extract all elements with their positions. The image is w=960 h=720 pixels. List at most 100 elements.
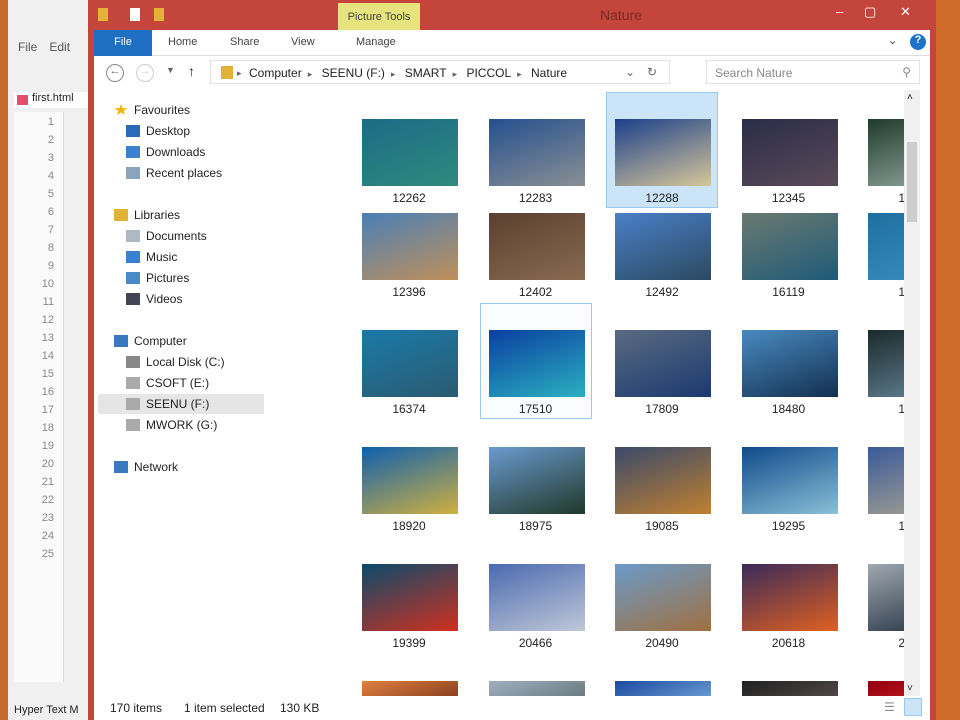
maximize-button[interactable]: ▢ [864, 4, 876, 20]
line-number: 3 [47, 152, 54, 164]
file-name: 16362 [860, 285, 908, 299]
tab-home[interactable]: Home [168, 36, 197, 48]
image-thumbnail [362, 330, 458, 397]
back-button[interactable]: ← [106, 64, 124, 82]
file-name: 12402 [518, 285, 553, 299]
breadcrumb[interactable]: ▸ Computer ▸ SEENU (F:) ▸ SMART ▸ PICCOL ▸ N… [210, 60, 670, 84]
nav-item-network[interactable]: Network [98, 457, 264, 477]
file-item[interactable] [733, 654, 845, 696]
file-item[interactable]: 16374 [353, 303, 465, 419]
file-item[interactable]: 20852 [859, 537, 908, 653]
file-item[interactable]: 18975 [480, 420, 592, 536]
file-name: 19295 [771, 519, 806, 533]
file-item[interactable]: 16119 [733, 186, 845, 302]
file-item[interactable]: 12402 [480, 186, 592, 302]
up-button[interactable]: ↑ [188, 63, 195, 79]
nav-item-favourites[interactable]: Favourites [98, 100, 264, 120]
vertical-scrollbar[interactable]: ˄ ˅ [904, 90, 920, 696]
file-item[interactable]: 20490 [606, 537, 718, 653]
nav-item-downloads[interactable]: Downloads [98, 142, 264, 162]
close-button[interactable]: ✕ [900, 4, 911, 20]
nav-item-mwork-g[interactable]: MWORK (G:) [98, 415, 264, 435]
file-item[interactable]: 12492 [606, 186, 718, 302]
file-item[interactable]: 20618 [733, 537, 845, 653]
file-name: 16374 [392, 402, 426, 416]
libraries-icon [114, 209, 128, 221]
scroll-down-icon[interactable]: ˅ [907, 683, 913, 694]
nav-item-local-disk-c[interactable]: Local Disk (C:) [98, 352, 264, 372]
file-item[interactable]: 19295 [733, 420, 845, 536]
help-icon[interactable]: ? [910, 34, 926, 50]
nav-item-videos[interactable]: Videos [98, 289, 264, 309]
file-item[interactable]: 20466 [480, 537, 592, 653]
crumb-smart[interactable]: SMART [405, 66, 447, 80]
ribbon-expand-icon[interactable]: ⌄ [888, 34, 897, 47]
details-view-icon[interactable]: ☰ [884, 700, 895, 714]
file-item[interactable]: 19399 [353, 537, 465, 653]
address-bar-row: ← → ▼ ↑ ▸ Computer ▸ SEENU (F:) ▸ SMART ▸ P… [94, 56, 930, 90]
crumb-drive[interactable]: SEENU (F:) [322, 66, 385, 80]
file-item[interactable]: 12396 [353, 186, 465, 302]
recent-locations-icon[interactable]: ▼ [166, 65, 175, 75]
refresh-icon[interactable]: ↻ [647, 65, 657, 79]
file-item[interactable]: 18840 [859, 303, 908, 419]
image-thumbnail [488, 564, 585, 631]
recent-places-icon [126, 167, 140, 179]
large-icons-view-icon[interactable] [904, 698, 922, 716]
nav-item-computer[interactable]: Computer [98, 331, 264, 351]
file-item[interactable] [480, 654, 592, 696]
tab-manage[interactable]: Manage [356, 36, 396, 48]
image-thumbnail [488, 681, 585, 696]
downloads-icon [126, 146, 140, 158]
nav-item-csoft-e[interactable]: CSOFT (E:) [98, 373, 264, 393]
image-thumbnail [362, 681, 458, 696]
image-thumbnail [615, 330, 711, 397]
tab-view[interactable]: View [291, 36, 315, 48]
scrollbar-thumb[interactable] [907, 142, 917, 222]
file-name: 16119 [772, 285, 805, 299]
file-item[interactable] [353, 654, 465, 696]
nav-item-libraries[interactable]: Libraries [98, 205, 264, 225]
nav-item-desktop[interactable]: Desktop [98, 121, 264, 141]
nav-item-recent-places[interactable]: Recent places [98, 163, 264, 183]
file-item[interactable]: 16362 [859, 186, 908, 302]
file-item[interactable] [606, 654, 718, 696]
crumb-nature[interactable]: Nature [531, 66, 567, 80]
editor-menu-file[interactable]: File [18, 40, 37, 54]
file-item[interactable]: 17809 [606, 303, 718, 419]
line-number: 12 [41, 314, 54, 326]
nav-item-seenu-f[interactable]: SEENU (F:) [98, 394, 264, 414]
tab-file[interactable]: File [94, 30, 152, 56]
new-folder-icon[interactable] [154, 8, 164, 21]
file-item[interactable]: 18480 [733, 303, 845, 419]
drive-icon [126, 356, 140, 368]
tab-share[interactable]: Share [230, 36, 259, 48]
image-thumbnail [741, 213, 838, 280]
address-dropdown-icon[interactable]: ⌄ [625, 65, 635, 79]
nav-item-music[interactable]: Music [98, 247, 264, 267]
music-icon [126, 251, 140, 263]
crumb-computer[interactable]: Computer [249, 66, 302, 80]
file-item[interactable] [859, 654, 908, 696]
image-thumbnail [741, 119, 838, 186]
image-thumbnail [488, 447, 585, 514]
properties-icon[interactable] [130, 8, 140, 21]
search-icon: ⚲ [902, 65, 911, 79]
file-item[interactable]: 19085 [606, 420, 718, 536]
line-number: 6 [47, 206, 54, 218]
scroll-up-icon[interactable]: ˄ [907, 92, 913, 103]
network-icon [114, 461, 128, 473]
file-item[interactable]: 18920 [353, 420, 465, 536]
editor-menu-edit[interactable]: Edit [49, 40, 70, 54]
file-item[interactable]: 17510 [479, 303, 592, 419]
forward-button[interactable]: → [136, 64, 154, 82]
crumb-piccol[interactable]: PICCOL [466, 66, 511, 80]
minimize-button[interactable]: – [836, 4, 843, 19]
search-input[interactable]: Search Nature ⚲ [706, 60, 920, 84]
nav-item-documents[interactable]: Documents [98, 226, 264, 246]
editor-file-tab[interactable]: first.html [14, 92, 94, 108]
folder-icon [221, 66, 233, 79]
file-item[interactable]: 19329 [859, 420, 908, 536]
nav-item-pictures[interactable]: Pictures [98, 268, 264, 288]
image-thumbnail [488, 213, 585, 280]
